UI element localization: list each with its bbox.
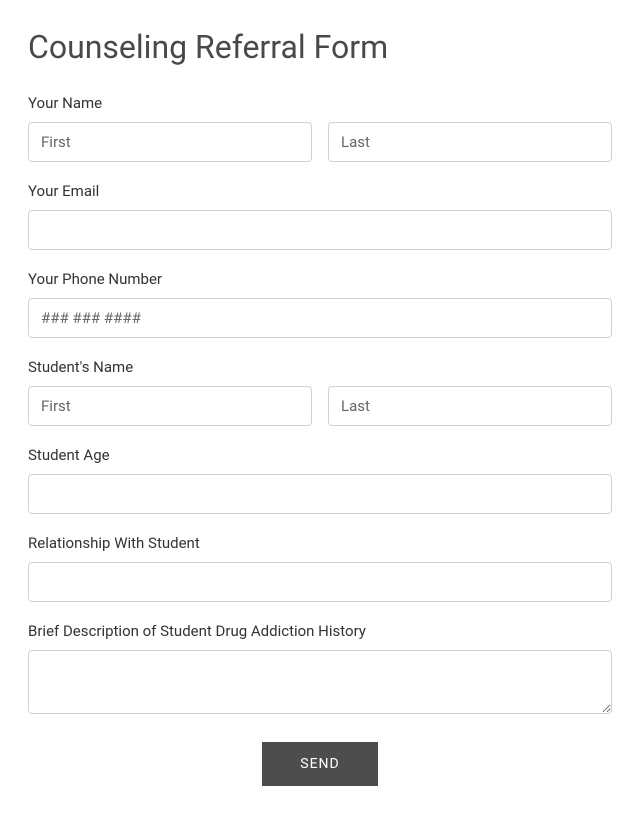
your-phone-input[interactable] [28,298,612,338]
send-button[interactable]: SEND [262,742,377,786]
student-name-last-input[interactable] [328,386,612,426]
relationship-group: Relationship With Student [28,534,612,602]
student-age-input[interactable] [28,474,612,514]
form-title: Counseling Referral Form [28,28,612,66]
student-name-row [28,386,612,426]
your-email-input[interactable] [28,210,612,250]
student-name-first-input[interactable] [28,386,312,426]
your-email-label: Your Email [28,182,612,200]
description-group: Brief Description of Student Drug Addict… [28,622,612,718]
student-age-group: Student Age [28,446,612,514]
your-name-group: Your Name [28,94,612,162]
your-name-row [28,122,612,162]
student-age-label: Student Age [28,446,612,464]
description-label: Brief Description of Student Drug Addict… [28,622,612,640]
submit-row: SEND [28,742,612,786]
your-email-group: Your Email [28,182,612,250]
description-textarea[interactable] [28,650,612,714]
your-name-label: Your Name [28,94,612,112]
your-name-first-input[interactable] [28,122,312,162]
your-phone-group: Your Phone Number [28,270,612,338]
student-name-group: Student's Name [28,358,612,426]
your-name-last-input[interactable] [328,122,612,162]
relationship-input[interactable] [28,562,612,602]
student-name-label: Student's Name [28,358,612,376]
relationship-label: Relationship With Student [28,534,612,552]
your-phone-label: Your Phone Number [28,270,612,288]
